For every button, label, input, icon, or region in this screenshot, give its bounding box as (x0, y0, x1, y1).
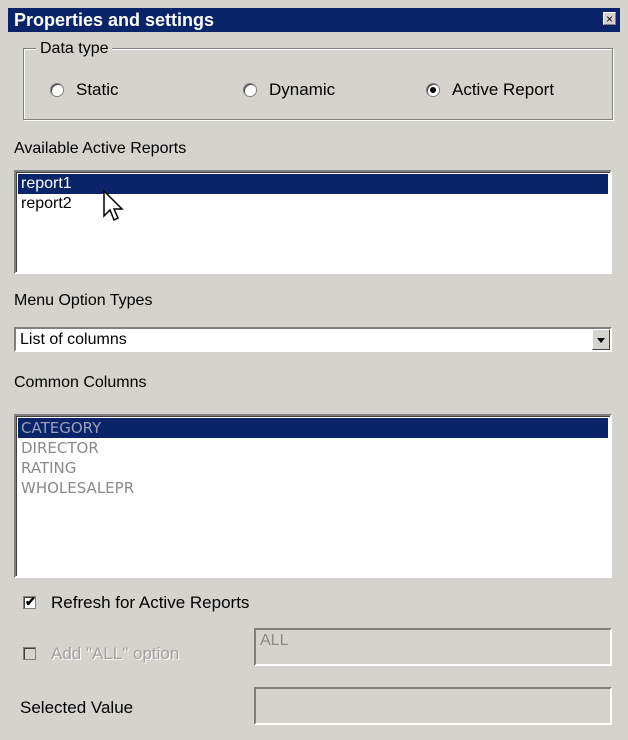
mouse-pointer-icon (103, 190, 124, 222)
menu-option-types-label: Menu Option Types (14, 292, 153, 309)
close-icon[interactable]: × (603, 12, 616, 26)
radio-dynamic-indicator[interactable] (243, 83, 257, 97)
properties-panel: Properties and settings × Data type Stat… (0, 0, 628, 740)
all-value-field: ALL (254, 628, 612, 666)
window-title: Properties and settings (14, 10, 215, 30)
list-item-rating[interactable]: RATING (18, 458, 608, 478)
common-columns-list[interactable]: CATEGORY DIRECTOR RATING WHOLESALEPR (14, 414, 612, 578)
radio-dynamic-label: Dynamic (269, 80, 336, 99)
selected-value-label: Selected Value (20, 698, 134, 717)
title-bar: Properties and settings × (8, 8, 620, 32)
refresh-checkbox-label: Refresh for Active Reports (51, 593, 250, 612)
radio-active-report-indicator[interactable] (426, 83, 440, 97)
menu-option-types-select[interactable]: List of columns (14, 327, 612, 352)
refresh-checkbox[interactable]: ✔ (23, 594, 36, 609)
radio-active-report[interactable]: Active Report (426, 80, 554, 100)
data-type-legend: Data type (36, 40, 113, 58)
add-all-checkbox-label: Add "ALL" option (51, 644, 180, 663)
menu-option-types-value: List of columns (20, 331, 127, 348)
add-all-checkbox (23, 647, 36, 660)
list-item-director[interactable]: DIRECTOR (18, 438, 608, 458)
common-columns-label: Common Columns (14, 374, 147, 391)
radio-active-report-label: Active Report (452, 80, 555, 99)
selected-value-field (254, 687, 612, 725)
radio-dynamic[interactable]: Dynamic (243, 80, 335, 100)
dropdown-arrow-icon[interactable] (592, 329, 610, 350)
checkmark-icon: ✔ (25, 594, 36, 609)
available-reports-label: Available Active Reports (14, 140, 187, 157)
radio-static[interactable]: Static (50, 80, 119, 100)
radio-static-label: Static (76, 80, 119, 99)
list-item-category[interactable]: CATEGORY (18, 418, 608, 438)
list-item-wholesalepr[interactable]: WHOLESALEPR (18, 478, 608, 498)
radio-static-indicator[interactable] (50, 83, 64, 97)
